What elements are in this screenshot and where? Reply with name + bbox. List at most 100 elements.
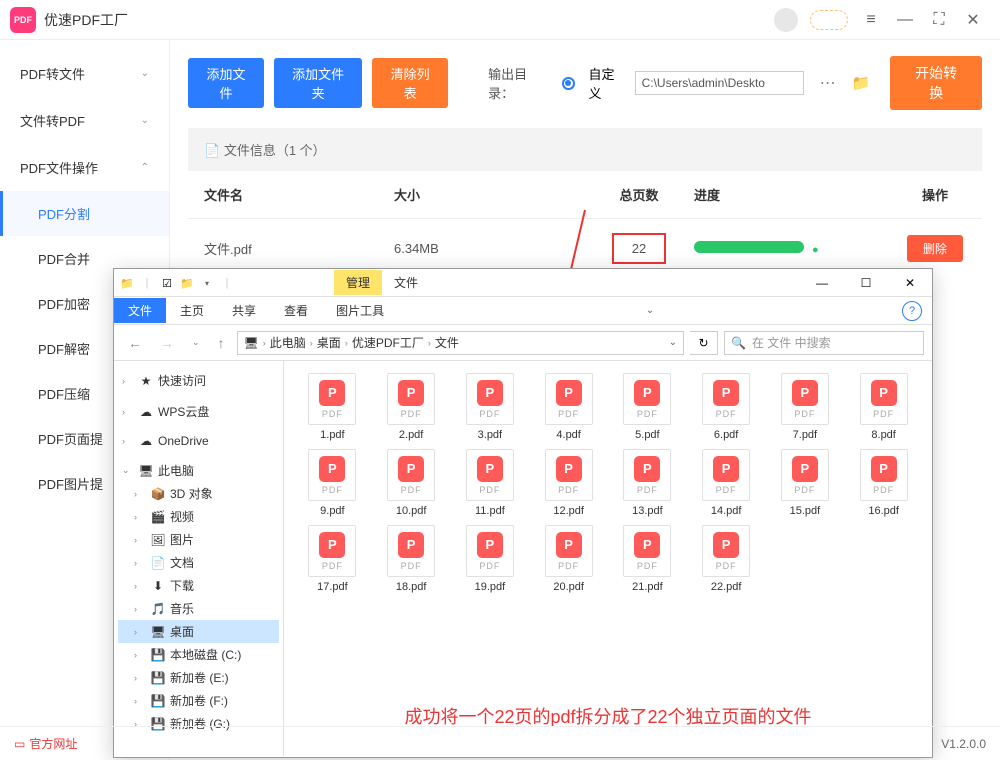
pdf-icon: P (398, 456, 424, 482)
tree-item[interactable]: ›💾新加卷 (E:) (118, 666, 279, 689)
file-item[interactable]: PPDF9.pdf (296, 449, 369, 517)
folder-icon[interactable]: 📁 (852, 74, 871, 92)
pdf-icon: P (713, 456, 739, 482)
file-item[interactable]: PPDF18.pdf (375, 525, 448, 593)
ribbon-dropdown-icon[interactable]: ⌄ (632, 301, 668, 320)
manage-tab[interactable]: 管理 (334, 270, 382, 295)
file-item[interactable]: PPDF5.pdf (611, 373, 684, 441)
file-item[interactable]: PPDF8.pdf (847, 373, 920, 441)
file-item[interactable]: PPDF3.pdf (454, 373, 527, 441)
file-item[interactable]: PPDF12.pdf (532, 449, 605, 517)
explorer-files: PPDF1.pdfPPDF2.pdfPPDF3.pdfPPDF4.pdfPPDF… (284, 361, 932, 756)
file-name: 3.pdf (478, 429, 502, 441)
tree-item[interactable]: ›📦3D 对象 (118, 482, 279, 505)
ribbon-home[interactable]: 主页 (166, 298, 218, 323)
file-item[interactable]: PPDF13.pdf (611, 449, 684, 517)
explorer-ribbon: 文件 主页 共享 查看 图片工具 ⌄ ? (114, 297, 932, 325)
file-item[interactable]: PPDF4.pdf (532, 373, 605, 441)
tree-item-icon: 💾 (150, 671, 166, 685)
vip-pill[interactable] (810, 10, 848, 30)
file-name: 22.pdf (711, 581, 742, 593)
file-item[interactable]: PPDF22.pdf (690, 525, 763, 593)
file-name: 4.pdf (556, 429, 580, 441)
file-name: 9.pdf (320, 505, 344, 517)
file-item[interactable]: PPDF20.pdf (532, 525, 605, 593)
file-item[interactable]: PPDF11.pdf (454, 449, 527, 517)
tree-item[interactable]: ›🖼图片 (118, 528, 279, 551)
tree-item[interactable]: ›⬇下载 (118, 574, 279, 597)
file-item[interactable]: PPDF15.pdf (769, 449, 842, 517)
tree-item[interactable]: ›💾新加卷 (F:) (118, 689, 279, 712)
progress-bar (694, 241, 804, 253)
tree-wps[interactable]: ›☁WPS云盘 (118, 400, 279, 423)
exp-minimize-icon[interactable]: — (800, 269, 844, 297)
close-icon[interactable]: ✕ (956, 3, 990, 37)
pdf-icon: P (713, 380, 739, 406)
app-logo: PDF (10, 7, 36, 33)
file-item[interactable]: PPDF16.pdf (847, 449, 920, 517)
ribbon-share[interactable]: 共享 (218, 298, 270, 323)
ribbon-file[interactable]: 文件 (114, 298, 166, 323)
tree-thispc[interactable]: ⌄🖥此电脑 (118, 459, 279, 482)
tree-onedrive[interactable]: ›☁OneDrive (118, 431, 279, 451)
search-input[interactable]: 🔍在 文件 中搜索 (724, 331, 924, 355)
path-dropdown-icon[interactable]: ⌄ (669, 337, 677, 348)
checkbox-icon[interactable]: ☑ (158, 274, 176, 292)
sidebar-item-split[interactable]: PDF分割 (0, 191, 169, 236)
menu-icon[interactable]: ≡ (854, 3, 888, 37)
ribbon-view[interactable]: 查看 (270, 298, 322, 323)
file-item[interactable]: PPDF19.pdf (454, 525, 527, 593)
qab-dropdown-icon[interactable]: ▾ (198, 274, 216, 292)
exp-maximize-icon[interactable]: ☐ (844, 269, 888, 297)
cloud-icon: ☁ (138, 434, 154, 448)
file-item[interactable]: PPDF14.pdf (690, 449, 763, 517)
tree-item[interactable]: ›💾本地磁盘 (C:) (118, 643, 279, 666)
avatar[interactable] (774, 8, 798, 32)
file-item[interactable]: PPDF2.pdf (375, 373, 448, 441)
tree-item[interactable]: ›🎵音乐 (118, 597, 279, 620)
nav-back-icon[interactable]: ← (122, 335, 148, 351)
add-file-button[interactable]: 添加文件 (188, 58, 264, 108)
start-button[interactable]: 开始转换 (890, 56, 982, 110)
file-name: 8.pdf (871, 429, 895, 441)
tree-item[interactable]: ›🎬视频 (118, 505, 279, 528)
tree-item-icon: 🖼 (150, 533, 166, 547)
clear-button[interactable]: 清除列表 (372, 58, 448, 108)
nav-forward-icon[interactable]: → (154, 335, 180, 351)
exp-close-icon[interactable]: ✕ (888, 269, 932, 297)
footer: ▭ 官方网址 V1.2.0.0 (0, 726, 1000, 760)
file-item[interactable]: PPDF10.pdf (375, 449, 448, 517)
help-icon[interactable]: ? (902, 301, 922, 321)
ribbon-imgtools[interactable]: 图片工具 (322, 298, 398, 323)
more-icon[interactable]: ⋯ (814, 73, 842, 93)
col-pages: 总页数 (584, 185, 694, 204)
maximize-icon[interactable]: ⛶ (922, 3, 956, 37)
file-item[interactable]: PPDF6.pdf (690, 373, 763, 441)
official-link[interactable]: 官方网址 (29, 735, 77, 752)
address-bar[interactable]: 🖥› 此电脑› 桌面› 优速PDF工厂› 文件 ⌄ (237, 331, 684, 355)
refresh-icon[interactable]: ↻ (690, 331, 718, 355)
sidebar-group-pdf-to-file[interactable]: PDF转文件⌄ (0, 50, 169, 97)
file-name: 12.pdf (553, 505, 584, 517)
radio-custom[interactable] (562, 77, 574, 90)
tree-item[interactable]: ›🖥桌面 (118, 620, 279, 643)
file-item[interactable]: PPDF21.pdf (611, 525, 684, 593)
output-path-input[interactable] (635, 71, 804, 95)
nav-recent-icon[interactable]: ⌄ (186, 337, 206, 348)
minimize-icon[interactable]: — (888, 3, 922, 37)
delete-button[interactable]: 删除 (907, 235, 963, 262)
file-name: 20.pdf (553, 581, 584, 593)
sidebar-group-file-to-pdf[interactable]: 文件转PDF⌄ (0, 97, 169, 144)
sidebar-group-pdf-ops[interactable]: PDF文件操作⌃ (0, 144, 169, 191)
file-item[interactable]: PPDF7.pdf (769, 373, 842, 441)
tree-item-icon: ⬇ (150, 579, 166, 593)
titlebar: PDF 优速PDF工厂 ≡ — ⛶ ✕ (0, 0, 1000, 40)
file-item[interactable]: PPDF17.pdf (296, 525, 369, 593)
folder-small-icon: 📁 (178, 274, 196, 292)
file-name: 21.pdf (632, 581, 663, 593)
tree-item[interactable]: ›📄文档 (118, 551, 279, 574)
nav-up-icon[interactable]: ↑ (212, 335, 231, 351)
file-item[interactable]: PPDF1.pdf (296, 373, 369, 441)
add-folder-button[interactable]: 添加文件夹 (274, 58, 362, 108)
tree-quick-access[interactable]: ›★快速访问 (118, 369, 279, 392)
